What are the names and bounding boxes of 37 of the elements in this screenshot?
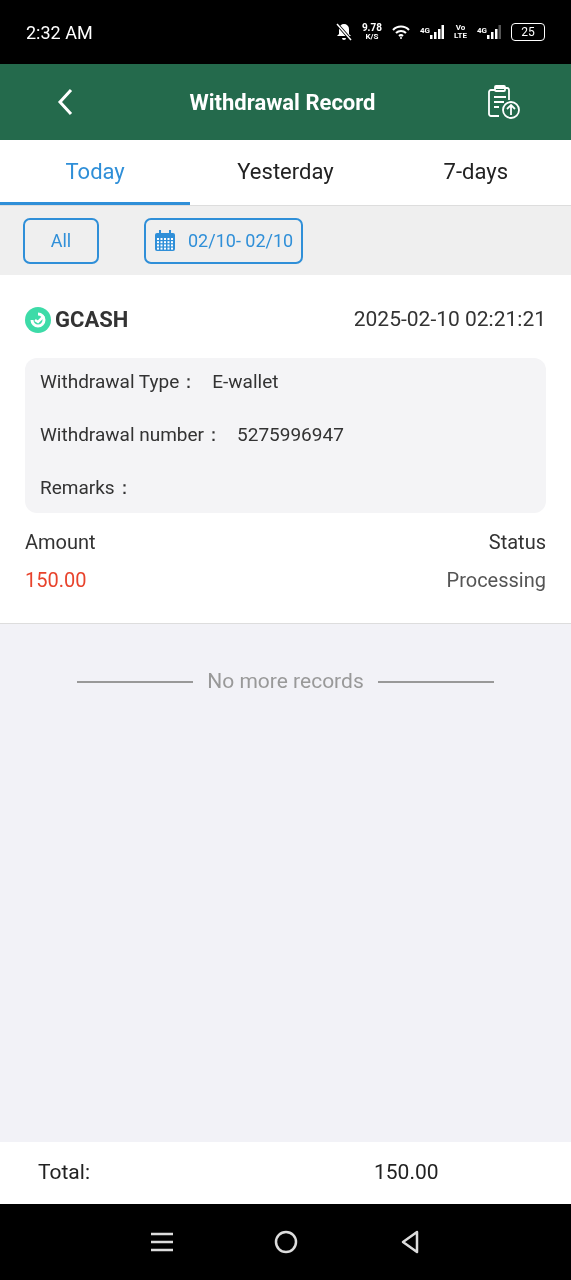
total-label: Total:: [38, 1159, 90, 1187]
record-time: 2025-02-10 02:21:21: [353, 305, 546, 333]
amount-label: Amount: [25, 529, 96, 556]
total-value: 150.00: [374, 1159, 439, 1187]
network-type: 4G: [420, 25, 431, 37]
menu-icon[interactable]: [150, 1232, 173, 1252]
clipboard-upload-icon[interactable]: [485, 84, 521, 120]
status-time: 2:32 AM: [26, 20, 93, 45]
battery-indicator: 25: [511, 23, 545, 41]
detail-value: 5275996947: [237, 422, 344, 449]
net-unit: K/S: [365, 33, 379, 41]
detail-label: Withdrawal number：: [40, 422, 224, 449]
detail-value: E-wallet: [212, 369, 279, 396]
amount-value: 150.00: [25, 567, 88, 594]
page-title: Withdrawal Record: [188, 88, 377, 117]
date-range-button[interactable]: 02/10- 02/10: [144, 217, 304, 264]
wifi-icon: [392, 25, 410, 39]
detail-label: Withdrawal Type：: [40, 369, 199, 396]
muted-bell-icon: [335, 23, 352, 41]
volte-label: LTE: [454, 32, 467, 40]
check-circle-icon: [25, 306, 51, 333]
tab[interactable]: Yesterday: [190, 140, 381, 205]
volte-label: Vo: [455, 24, 466, 32]
status-value: Processing: [446, 567, 546, 594]
signal-icon: [487, 25, 501, 39]
detail-label: Remarks：: [40, 475, 134, 502]
calendar-icon: [154, 229, 176, 252]
status-label: Status: [488, 529, 546, 556]
back-icon[interactable]: [400, 1230, 421, 1254]
home-icon[interactable]: [274, 1230, 299, 1254]
payment-method: GCASH: [55, 306, 129, 334]
signal-icon: [430, 25, 445, 39]
network-type: 4G: [476, 25, 487, 37]
type-filter-button[interactable]: All: [23, 217, 99, 264]
tab[interactable]: 7-days: [380, 140, 571, 205]
end-of-list-message: No more records: [207, 668, 364, 695]
net-speed: 9.78: [361, 23, 382, 33]
